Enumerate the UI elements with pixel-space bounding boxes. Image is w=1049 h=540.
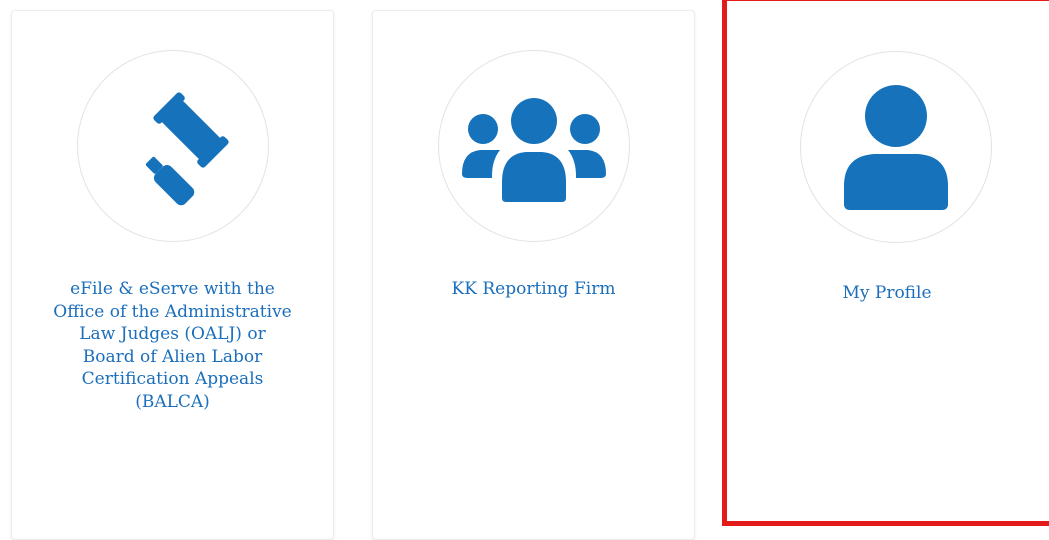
icon-circle [800,51,992,243]
tile-label[interactable]: eFile & eServe with the Office of the Ad… [32,278,313,413]
gavel-icon [145,92,229,206]
user-icon [844,85,948,210]
tile-efile-eserve[interactable]: eFile & eServe with the Office of the Ad… [11,10,334,540]
tile-label[interactable]: KK Reporting Firm [393,278,674,301]
tile-label[interactable]: My Profile [747,282,1027,305]
tile-my-profile[interactable]: My Profile [722,0,1049,526]
users-group-icon [462,98,606,202]
icon-circle [77,50,269,242]
tile-kk-reporting-firm[interactable]: KK Reporting Firm [372,10,695,540]
icon-circle [438,50,630,242]
